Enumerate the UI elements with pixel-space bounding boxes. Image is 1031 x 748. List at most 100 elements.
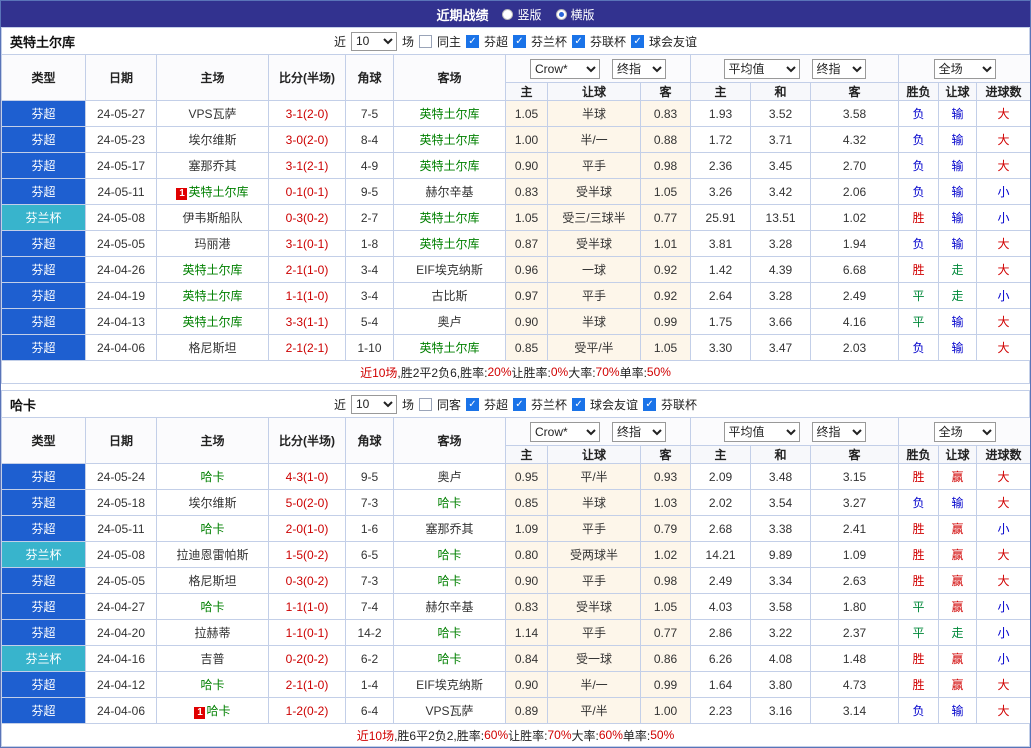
asian-handicap: 平手: [547, 152, 641, 179]
team-link: 哈卡: [437, 652, 462, 666]
home-team-cell: 玛丽港: [156, 230, 269, 257]
score-cell: 0-1(0-1): [268, 178, 346, 205]
asian-home-odds: 0.87: [505, 230, 548, 257]
goals-result-cell: 大: [976, 489, 1030, 516]
summary-part: 50%: [650, 728, 675, 742]
asian-final-select[interactable]: 终指: [612, 421, 667, 442]
result-cell: 负: [898, 230, 940, 257]
asian-handicap-sub: 让球: [547, 445, 641, 464]
bookmaker-select[interactable]: Crow*: [530, 421, 601, 442]
card-badge: 1: [176, 188, 188, 200]
league-filter-checkbox[interactable]: ✓: [643, 397, 657, 411]
match-count-select[interactable]: 10: [350, 394, 397, 414]
away-team-cell: 英特土尔库: [393, 334, 506, 361]
league-filter-checkbox[interactable]: ✓: [465, 34, 479, 48]
euro-avg-select[interactable]: 平均值: [723, 58, 800, 79]
score-cell: 2-1(2-1): [268, 334, 346, 361]
asian-away-odds: 0.77: [639, 204, 692, 231]
handicap-result-cell: 赢: [938, 463, 978, 490]
asian-away-odds: 0.79: [639, 515, 692, 542]
goals-result-cell: 大: [976, 230, 1030, 257]
euro-draw-sub: 和: [750, 82, 812, 101]
asian-away-sub: 客: [639, 82, 692, 101]
away-team-cell: 哈卡: [393, 567, 506, 594]
goals-result-cell: 大: [976, 463, 1030, 490]
corners-cell: 5-4: [345, 308, 394, 335]
fulltime-select[interactable]: 全场: [933, 58, 996, 79]
euro-draw-odds: 3.48: [750, 463, 812, 490]
date-cell: 24-05-23: [85, 126, 157, 153]
asian-final-select[interactable]: 终指: [612, 58, 667, 79]
euro-home-odds: 1.42: [690, 256, 752, 283]
corners-cell: 2-7: [345, 204, 394, 231]
score-cell: 1-1(1-0): [268, 593, 346, 620]
handicap-result-cell: 输: [938, 489, 978, 516]
asian-odds-header: Crow* 终指: [504, 54, 692, 83]
asian-handicap: 受三/三球半: [547, 204, 641, 231]
goals-result-cell: 大: [976, 671, 1030, 698]
summary-part: 60%: [484, 728, 509, 742]
euro-away-odds: 3.14: [810, 697, 900, 724]
match-row: 芬超 24-05-23 埃尔维斯 3-0(2-0) 8-4 英特土尔库 1.00 半/一 0.8…: [1, 126, 1030, 153]
date-cell: 24-05-08: [85, 204, 157, 231]
date-cell: 24-05-05: [85, 230, 157, 257]
score-cell: 3-1(2-1): [268, 152, 346, 179]
asian-handicap: 平手: [547, 619, 641, 646]
match-row: 芬超 24-04-13 英特土尔库 3-3(1-1) 5-4 奥卢 0.90 半球 0.99 1.…: [1, 308, 1030, 335]
goals-result-cell: 大: [976, 256, 1030, 283]
home-team-cell: 格尼斯坦: [156, 334, 269, 361]
league-cell: 芬超: [1, 230, 86, 257]
league-filter-checkbox[interactable]: ✓: [513, 34, 526, 48]
goals-result-cell: 大: [976, 334, 1030, 361]
date-cell: 24-05-11: [85, 178, 157, 205]
away-team-cell: EIF埃克纳斯: [393, 671, 506, 698]
handicap-result-cell: 赢: [938, 567, 978, 594]
team-link: 英特土尔库: [419, 133, 480, 147]
handicap-result-sub: 让球: [938, 445, 978, 464]
league-filter-checkbox[interactable]: ✓: [631, 34, 645, 48]
euro-away-odds: 4.16: [810, 308, 900, 335]
result-cell: 平: [898, 282, 940, 309]
bookmaker-select[interactable]: Crow*: [530, 58, 601, 79]
corners-cell: 7-3: [345, 489, 394, 516]
result-cell: 胜: [898, 541, 940, 568]
match-count-select[interactable]: 10: [350, 31, 397, 51]
date-cell: 24-05-11: [85, 515, 157, 542]
league-cell: 芬超: [1, 463, 86, 490]
euro-final-select[interactable]: 终指: [811, 421, 866, 442]
corners-cell: 7-4: [345, 593, 394, 620]
layout-radio-2[interactable]: 横版: [555, 6, 595, 23]
asian-away-odds: 1.00: [639, 697, 692, 724]
asian-home-odds: 1.05: [505, 204, 548, 231]
score-cell: 3-1(2-0): [268, 100, 346, 127]
same-venue-checkbox[interactable]: [418, 34, 432, 48]
away-team-cell: 哈卡: [393, 541, 506, 568]
layout-radio-1[interactable]: 竖版: [502, 6, 542, 23]
home-team-cell: 埃尔维斯: [156, 489, 269, 516]
fulltime-select[interactable]: 全场: [933, 421, 996, 442]
euro-final-select[interactable]: 终指: [811, 58, 866, 79]
goals-result-cell: 小: [976, 645, 1030, 672]
radio-icon: [502, 8, 514, 20]
league-filter-checkbox[interactable]: ✓: [572, 397, 586, 411]
team-link: 英特土尔库: [419, 211, 480, 225]
league-filter-checkbox[interactable]: ✓: [465, 397, 479, 411]
league-cell: 芬超: [1, 100, 86, 127]
home-team-cell: 伊韦斯船队: [156, 204, 269, 231]
away-team-cell: 英特土尔库: [393, 152, 506, 179]
filter-controls: 近 10 场 同客 ✓ 芬超 ✓ 芬兰杯 ✓ 球会友谊 ✓ 芬联杯: [334, 394, 697, 414]
asian-home-odds: 1.14: [505, 619, 548, 646]
corners-cell: 14-2: [345, 619, 394, 646]
league-filter-checkbox[interactable]: ✓: [572, 34, 586, 48]
league-filter-label: 球会友谊: [649, 34, 698, 49]
league-cell: 芬超: [1, 489, 86, 516]
same-venue-checkbox[interactable]: [418, 397, 432, 411]
score-cell: 1-1(0-1): [268, 619, 346, 646]
handicap-result-cell: 输: [938, 334, 978, 361]
league-filter-checkbox[interactable]: ✓: [513, 397, 526, 411]
euro-avg-select[interactable]: 平均值: [723, 421, 800, 442]
euro-away-odds: 2.41: [810, 515, 900, 542]
asian-handicap: 一球: [547, 256, 641, 283]
games-label: 场: [401, 34, 414, 49]
league-cell: 芬兰杯: [1, 645, 86, 672]
